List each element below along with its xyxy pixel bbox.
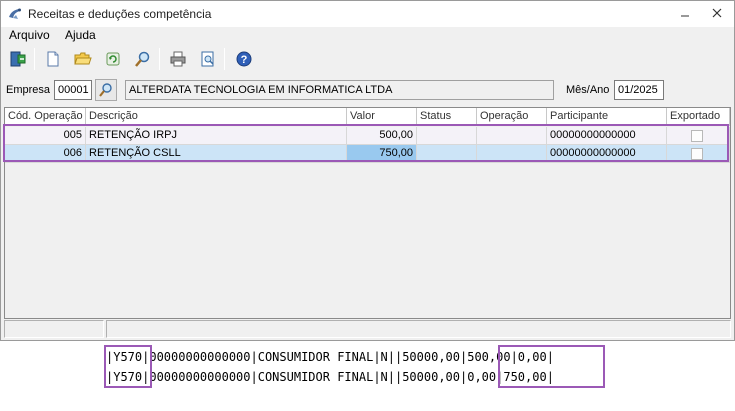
preview-icon	[201, 51, 214, 67]
status-bar	[4, 320, 731, 338]
toolbar: ?	[1, 45, 734, 75]
empresa-name-field: ALTERDATA TECNOLOGIA EM INFORMATICA LTDA	[125, 80, 554, 100]
print-icon	[170, 51, 186, 67]
exit-icon	[10, 51, 26, 67]
status-pane-right	[106, 320, 731, 338]
toolbar-separator	[159, 48, 160, 70]
menu-bar: Arquivo Ajuda	[1, 27, 734, 45]
help-button[interactable]: ?	[232, 47, 256, 71]
toolbar-separator	[224, 48, 225, 70]
menu-ajuda[interactable]: Ajuda	[65, 28, 96, 42]
close-icon	[712, 8, 722, 18]
code-prefix-highlight-box	[104, 345, 152, 388]
minimize-button[interactable]	[674, 5, 696, 23]
open-folder-icon	[74, 52, 92, 65]
preview-button[interactable]	[196, 47, 220, 71]
code-snippet: |Y570|00000000000000|CONSUMIDOR FINAL|N|…	[106, 347, 554, 387]
window-title: Receitas e deduções competência	[28, 7, 212, 21]
svg-text:?: ?	[241, 54, 248, 66]
app-logo-icon	[9, 8, 21, 19]
rows-highlight-box	[3, 124, 729, 162]
help-icon: ?	[236, 51, 252, 67]
menu-arquivo[interactable]: Arquivo	[9, 28, 50, 42]
new-document-icon	[47, 51, 59, 67]
mesano-label: Mês/Ano	[566, 84, 610, 96]
empresa-lookup-button[interactable]	[95, 79, 117, 101]
refresh-icon	[106, 52, 120, 66]
exit-button[interactable]	[6, 47, 30, 71]
new-button[interactable]	[41, 47, 65, 71]
toolbar-separator	[34, 48, 35, 70]
empresa-code-field[interactable]: 00001	[54, 80, 92, 100]
search-icon	[135, 51, 150, 67]
code-middle: |00000000000000|CONSUMIDOR FINAL|N||5000…	[142, 350, 468, 364]
refresh-button[interactable]	[101, 47, 125, 71]
empresa-label: Empresa	[6, 84, 51, 96]
open-button[interactable]	[71, 47, 95, 71]
title-bar: Receitas e deduções competência	[1, 1, 734, 27]
code-middle: |00000000000000|CONSUMIDOR FINAL|N||5000…	[142, 370, 468, 384]
minimize-icon	[681, 15, 689, 17]
close-button[interactable]	[706, 5, 728, 23]
search-button[interactable]	[131, 47, 155, 71]
code-values-highlight-box	[498, 345, 605, 388]
code-line: |Y570|00000000000000|CONSUMIDOR FINAL|N|…	[106, 347, 554, 367]
print-button[interactable]	[166, 47, 190, 71]
mesano-field[interactable]: 01/2025	[614, 80, 664, 100]
main-window: Receitas e deduções competência Arquivo …	[0, 0, 735, 341]
search-icon	[99, 83, 112, 97]
status-pane-left	[4, 320, 104, 338]
code-line: |Y570|00000000000000|CONSUMIDOR FINAL|N|…	[106, 367, 554, 387]
